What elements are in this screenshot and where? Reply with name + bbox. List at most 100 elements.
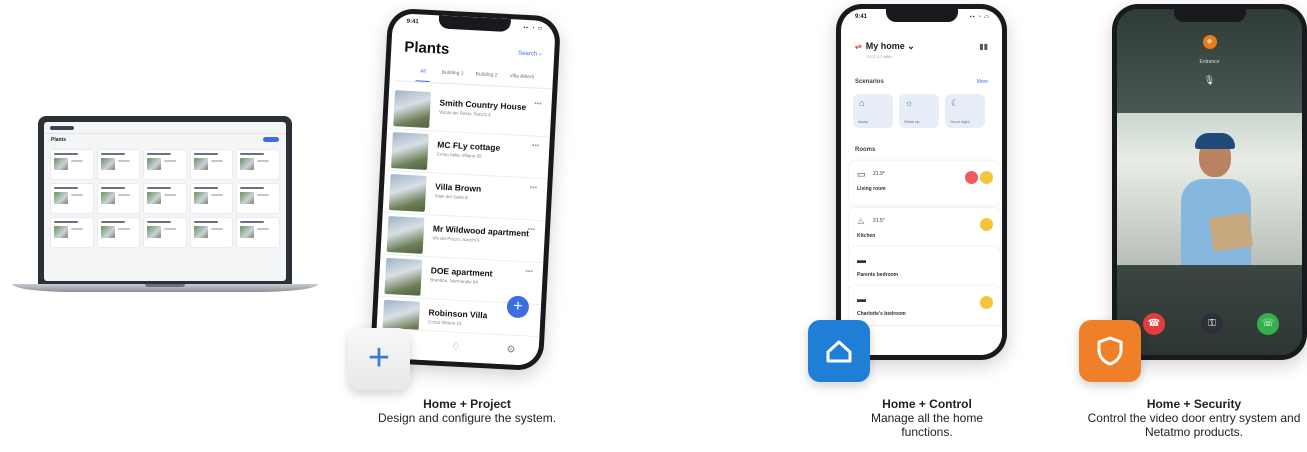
laptop-notch — [145, 284, 185, 287]
plant-card[interactable] — [51, 150, 93, 179]
shield-icon: ◈ — [1202, 35, 1217, 49]
status-time: 9:41 — [855, 14, 868, 20]
kitchen-icon: ♨ — [857, 216, 866, 226]
plant-address: Brandon, Normandie 84 — [430, 277, 479, 285]
plant-card[interactable] — [97, 150, 140, 179]
tab-building-2[interactable]: Building 2 — [475, 71, 497, 85]
plus-icon: + — [367, 336, 391, 379]
plant-card[interactable] — [237, 184, 279, 213]
more-scenarios-link[interactable]: More — [977, 79, 988, 85]
plant-name: DOE apartment — [430, 265, 493, 279]
delivery-person-image — [1177, 129, 1254, 273]
chevron-down-icon: ⌄ — [904, 41, 915, 51]
room-card[interactable]: ▭ 21.9° Living room — [849, 161, 1000, 205]
signal-battery-icon: ▪▪ ◔ ▭ — [969, 14, 990, 20]
caption-home-security: Home + Security Control the video door e… — [1083, 397, 1305, 439]
status-time: 9:41 — [406, 18, 419, 26]
plant-card[interactable] — [144, 218, 186, 247]
light-status-icon — [980, 218, 993, 231]
more-icon[interactable]: ••• — [534, 100, 542, 107]
plant-card[interactable] — [190, 150, 233, 179]
room-temp: 21.5° — [873, 218, 885, 224]
room-card[interactable]: ♨ 21.5° Kitchen — [849, 208, 1000, 252]
plant-address: Viale del Sarto 8 — [434, 193, 468, 201]
bell-icon[interactable]: ♢ — [451, 341, 461, 352]
plant-thumbnail — [393, 90, 432, 129]
plant-card[interactable] — [97, 184, 140, 213]
hang-up-button[interactable]: ☎ — [1143, 313, 1165, 335]
caption-title: Home + Security — [1146, 397, 1242, 411]
settings-icon[interactable]: ⚙ — [506, 344, 516, 355]
caption-home-project: Home + Project Design and configure the … — [338, 397, 596, 425]
filter-tabs: All Building 1 Building 2 Villa Alberti — [395, 67, 554, 90]
more-icon[interactable]: ••• — [527, 226, 535, 233]
more-icon[interactable]: ••• — [530, 184, 538, 191]
plant-name: MC FLy cottage — [437, 139, 501, 153]
laptop-lid: Plants — [38, 116, 292, 286]
room-card[interactable]: ▬ Parents bedroom — [849, 247, 1000, 291]
house-outline-icon — [826, 340, 852, 363]
caption-home-control: Home + Control Manage all the home funct… — [846, 397, 1008, 439]
page-title: Plants — [403, 38, 450, 58]
plant-thumbnail — [391, 132, 429, 170]
house-icon: ⌂ — [859, 98, 865, 108]
tab-villa[interactable]: Villa Alberti — [509, 73, 534, 87]
room-card[interactable]: ▬ Charlotte's bedroom — [849, 286, 1000, 330]
light-status-icon — [980, 171, 993, 184]
phone-notch — [885, 9, 958, 22]
search-label: Search — [517, 50, 538, 58]
plant-card[interactable] — [51, 184, 93, 213]
moon-icon: ☾ — [951, 98, 960, 108]
unlock-door-button[interactable]: ⚿ — [1201, 313, 1223, 335]
plant-name: Robinson Villa — [428, 307, 488, 321]
plant-card[interactable] — [97, 218, 140, 247]
answer-call-button[interactable]: ☏ — [1257, 313, 1279, 335]
plant-card[interactable] — [190, 218, 233, 247]
home-switch-icon: ⇌ — [855, 42, 862, 51]
home-title: My home — [865, 41, 905, 51]
phone-notch — [437, 15, 511, 33]
sofa-icon: ▭ — [857, 169, 866, 179]
bed-icon: ▬ — [857, 255, 866, 265]
plant-card[interactable] — [144, 184, 186, 213]
phone-notch — [1173, 9, 1246, 22]
microphone-icon[interactable]: 🎙︎ — [1117, 75, 1302, 86]
call-location: Entrance — [1199, 59, 1220, 65]
door-camera-feed — [1117, 113, 1302, 273]
rooms-heading: Rooms — [855, 147, 876, 153]
tab-building-1[interactable]: Building 1 — [441, 70, 463, 84]
signal-battery-icon: ▪▪ ◔ ▭ — [523, 24, 544, 32]
shield-outline-icon — [1097, 336, 1123, 366]
home-security-app-icon[interactable] — [1079, 320, 1141, 382]
laptop-add-button[interactable] — [263, 137, 279, 142]
sun-icon: ☼ — [905, 98, 914, 108]
caption-description: Control the video door entry system and … — [1087, 411, 1301, 439]
scenario-wake-up[interactable]: ☼ Wake up — [899, 94, 939, 128]
plant-card[interactable] — [190, 184, 233, 213]
home-screen: 9:41 ▪▪ ◔ ▭ ⇌ My home ⌄ 21°C 2,2 kWh ▮▮ S… — [841, 9, 1002, 355]
laptop-page-title: Plants — [51, 137, 67, 143]
plant-card[interactable] — [237, 150, 279, 179]
scenario-label: Away — [858, 119, 868, 124]
caption-description: Manage all the home functions. — [870, 411, 984, 439]
laptop-plant-grid — [51, 150, 279, 247]
bed-icon: ▬ — [857, 294, 866, 304]
scenario-good-night[interactable]: ☾ Good night — [945, 94, 985, 128]
plant-card[interactable] — [144, 150, 186, 179]
scenario-label: Wake up — [904, 119, 920, 124]
caption-title: Home + Control — [882, 397, 972, 411]
more-icon[interactable]: ••• — [532, 142, 540, 149]
plant-thumbnail — [386, 216, 425, 254]
stats-icon[interactable]: ▮▮ — [979, 42, 988, 51]
plant-card[interactable] — [237, 218, 279, 247]
home-project-app-icon[interactable]: + — [348, 328, 410, 390]
home-control-app-icon[interactable] — [808, 320, 870, 382]
more-icon[interactable]: ••• — [525, 268, 533, 275]
light-status-icon — [980, 296, 993, 309]
room-name: Kitchen — [857, 233, 876, 239]
home-selector[interactable]: ⇌ My home ⌄ — [855, 41, 915, 52]
scenario-away[interactable]: ⌂ Away — [853, 94, 893, 128]
plant-card[interactable] — [51, 218, 93, 247]
tab-all[interactable]: All — [415, 68, 430, 82]
search-button[interactable]: Search ⌕ — [518, 51, 542, 59]
